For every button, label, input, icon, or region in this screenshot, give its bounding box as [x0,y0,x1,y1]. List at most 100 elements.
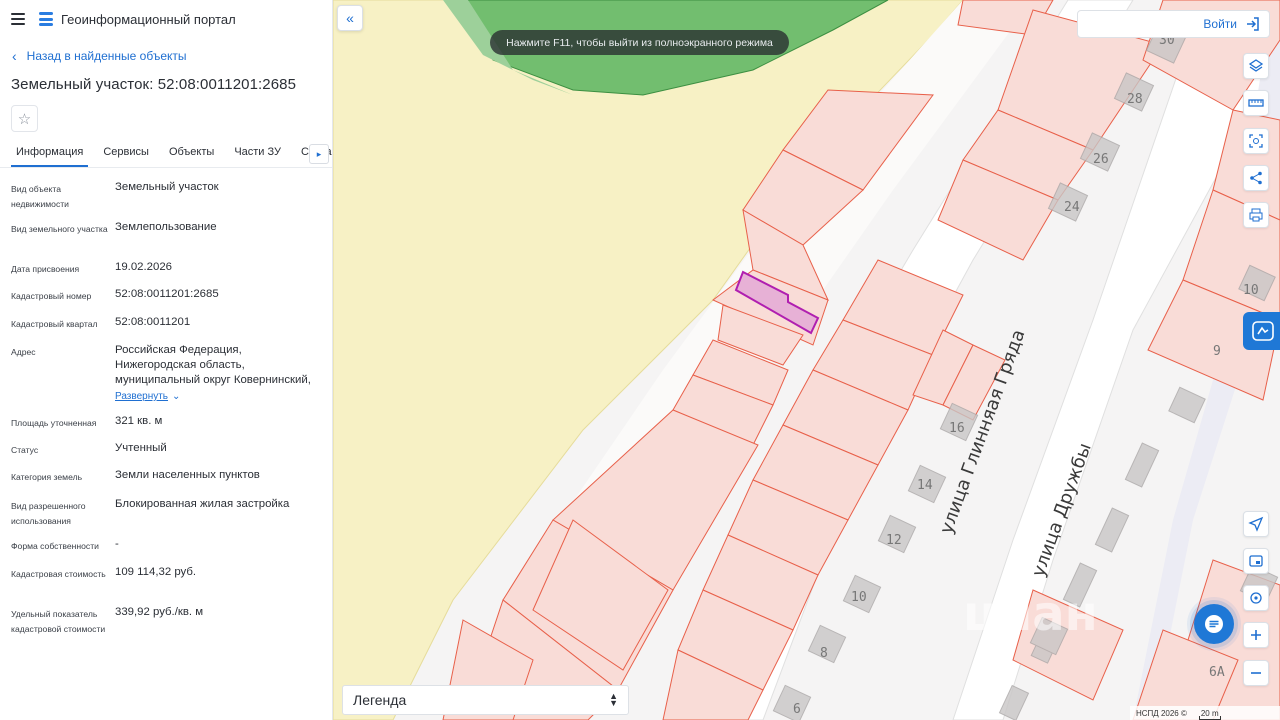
info-value-address: Российская Федерация, Нижегородская обла… [115,341,332,412]
sort-arrows-icon: ▲ ▼ [609,691,618,708]
info-value: 321 кв. м [115,415,163,427]
locate-button[interactable] [1243,585,1269,611]
info-label: Дата присвоения [11,264,80,274]
info-label: Кадастровая стоимость [11,569,106,579]
map-canvas[interactable]: 30 28 26 24 10 9 16 14 12 10 8 6 6А улиц… [333,0,1280,720]
tabs-next-button[interactable]: ▸ [309,144,329,164]
tab-objects[interactable]: Объекты [164,146,219,167]
select-area-button[interactable] [1243,128,1269,154]
info-value: 52:08:0011201 [115,316,191,328]
tab-services[interactable]: Сервисы [98,146,154,167]
info-row: Вид объекта недвижимости Земельный участ… [0,178,332,218]
locate-icon [1250,592,1262,604]
navigate-icon [1248,516,1264,532]
layers-button[interactable] [1243,53,1269,79]
login-button[interactable]: Войти [1077,10,1270,38]
back-to-results-link[interactable]: ‹ Назад в найденные объекты [0,48,332,64]
info-row: Удельный показатель кадастровой стоимост… [0,603,332,647]
info-row: Площадь уточненная 321 кв. м [0,412,332,439]
info-label: Форма собственности [11,541,99,551]
print-icon [1249,208,1263,222]
info-value: Земли населенных пунктов [115,469,260,481]
house-number: 24 [1064,200,1080,215]
zoom-in-button[interactable] [1243,622,1269,648]
select-area-icon [1249,134,1263,148]
top-bar: Геоинформационный портал [0,0,332,38]
share-button[interactable] [1243,165,1269,191]
info-label: Категория земель [11,472,83,482]
info-label: Вид разрешенного использования [11,501,86,526]
tab-bar: Информация Сервисы Объекты Части ЗУ Сост… [0,140,332,168]
star-icon: ☆ [17,110,32,128]
caret-right-icon: ▸ [316,148,322,159]
address-text: Российская Федерация, Нижегородская обла… [115,344,311,386]
house-number: 8 [820,646,828,661]
portal-title: Геоинформационный портал [61,11,236,27]
map-info-icon [1252,321,1274,341]
zoom-in-icon [1251,630,1261,640]
info-value: - [115,538,119,550]
info-value: 52:08:0011201:2685 [115,288,219,300]
legend-selector[interactable]: Легенда ▲ ▼ [342,685,629,715]
info-label: Адрес [11,347,36,357]
info-value: 339,92 руб./кв. м [115,606,204,618]
portal-logo-icon [39,12,53,26]
screen-mode-button[interactable] [1243,548,1269,574]
scale-bar: 20 m [1198,708,1221,720]
zoom-out-button[interactable] [1243,660,1269,686]
ruler-button[interactable] [1243,90,1269,116]
info-label: Кадастровый номер [11,291,92,301]
info-label: Статус [11,445,39,455]
info-label: Кадастровый квартал [11,319,98,329]
chevron-down-icon: ⌄ [172,391,181,402]
menu-icon[interactable] [11,13,25,25]
expand-address-link[interactable]: Развернуть ⌄ [115,389,180,404]
legend-label: Легенда [353,692,407,708]
house-number: 10 [851,590,867,605]
info-value: 109 114,32 руб. [115,566,197,578]
favorite-star-button[interactable]: ☆ [11,105,38,132]
chat-button[interactable] [1194,604,1234,644]
house-number: 10 [1243,283,1259,298]
login-label: Войти [1203,17,1237,31]
info-value: Землепользование [115,221,217,233]
info-row: Кадастровый квартал 52:08:0011201 [0,313,332,341]
info-label: Площадь уточненная [11,418,97,428]
side-panel-tab[interactable] [1243,312,1280,350]
fullscreen-toast: Нажмите F11, чтобы выйти из полноэкранно… [490,30,789,55]
collapse-sidebar-button[interactable]: « [337,5,363,31]
house-number: 6А [1209,665,1225,680]
tab-plot-parts[interactable]: Части ЗУ [229,146,286,167]
print-button[interactable] [1243,202,1269,228]
layers-icon [1248,59,1264,72]
info-value: Блокированная жилая застройка [115,498,290,510]
ruler-icon [1248,99,1264,107]
chat-icon [1205,615,1223,633]
house-number: 12 [886,533,902,548]
copyright-text: НСПД 2026 © [1136,708,1187,718]
info-row: Кадастровая стоимость 109 114,32 руб. [0,563,332,603]
info-value: Учтенный [115,442,167,454]
info-row: Кадастровый номер 52:08:0011201:2685 [0,285,332,313]
back-link-label: Назад в найденные объекты [26,49,187,63]
info-row-address: Адрес Российская Федерация, Нижегородска… [0,341,332,412]
share-icon [1250,171,1262,185]
info-value: Земельный участок [115,181,219,193]
info-row: Статус Учтенный [0,439,332,466]
info-row: Форма собственности - [0,535,332,563]
house-number: 6 [793,702,801,717]
map-layer: 30 28 26 24 10 9 16 14 12 10 8 6 6А улиц… [333,0,1280,720]
info-value: 19.02.2026 [115,261,173,273]
info-row: Категория земель Земли населенных пункто… [0,466,332,495]
screen-icon [1249,555,1263,567]
navigate-button[interactable] [1243,511,1269,537]
info-list: Вид объекта недвижимости Земельный участ… [0,178,332,647]
info-label: Вид земельного участка [11,224,108,234]
watermark-text: циан [963,586,1098,642]
house-number: 9 [1213,344,1221,359]
expand-label: Развернуть [115,391,169,402]
double-chevron-left-icon: « [346,10,354,26]
sidebar: Геоинформационный портал ‹ Назад в найде… [0,0,333,720]
plot-title: Земельный участок: 52:08:0011201:2685 [11,76,297,93]
tab-information[interactable]: Информация [11,146,89,167]
